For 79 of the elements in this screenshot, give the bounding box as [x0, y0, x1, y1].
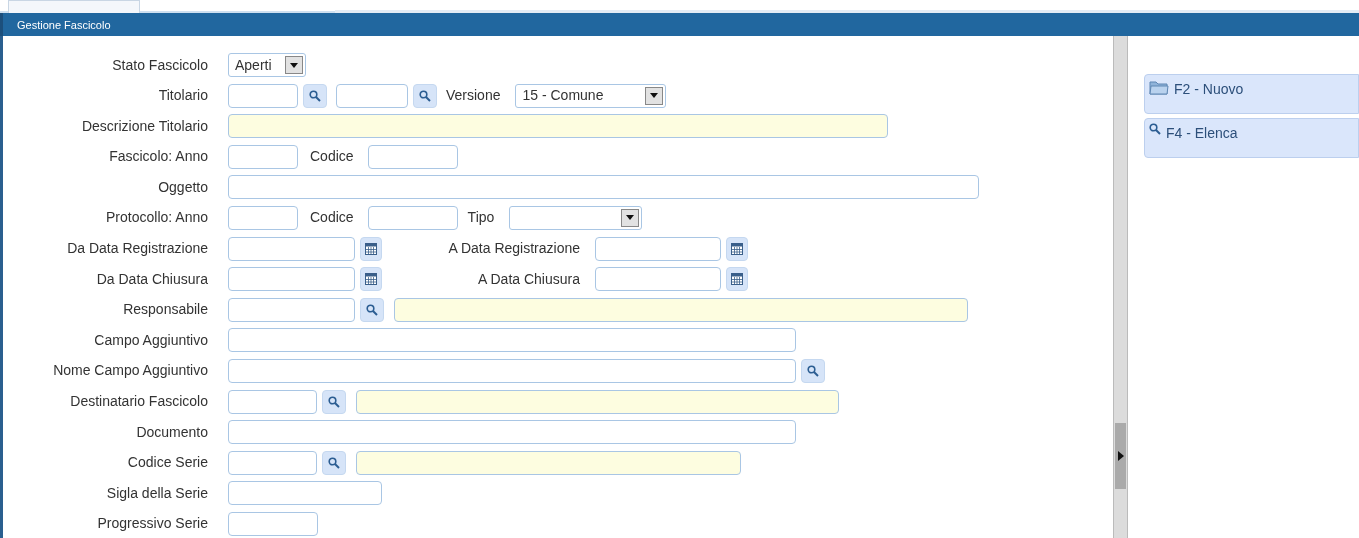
field-label: Progressivo Serie — [96, 514, 208, 534]
action-button[interactable]: F4 - Elenca — [1144, 118, 1359, 158]
field-label: A Data Chiusura — [477, 269, 580, 289]
field-label: Nome Campo Aggiuntivo — [52, 361, 208, 381]
field-label: Oggetto — [157, 177, 208, 197]
search-icon — [366, 303, 378, 316]
calendar-icon — [731, 242, 743, 255]
input-field[interactable] — [595, 267, 721, 292]
input-field[interactable] — [228, 328, 796, 353]
readonly-field[interactable] — [228, 114, 888, 139]
field-label: Codice Serie — [126, 453, 208, 473]
search-button[interactable] — [413, 83, 437, 108]
input-field[interactable] — [228, 358, 796, 383]
search-icon — [1149, 123, 1161, 135]
caret-icon — [650, 93, 659, 99]
expand-arrow-icon — [1117, 451, 1124, 461]
input-field[interactable] — [595, 236, 721, 261]
field-label: Codice — [310, 147, 354, 167]
field-label: Tipo — [467, 208, 495, 228]
search-icon — [309, 89, 321, 102]
search-icon — [328, 456, 340, 469]
field-label: Protocollo: Anno — [105, 208, 208, 228]
calendar-button[interactable] — [726, 236, 748, 261]
search-button[interactable] — [303, 83, 327, 108]
field-label: Responsabile — [122, 300, 208, 320]
input-field[interactable] — [228, 511, 318, 536]
input-field[interactable] — [228, 389, 317, 414]
search-icon — [419, 89, 431, 102]
input-field[interactable] — [367, 205, 458, 230]
search-icon — [328, 395, 340, 408]
field-label: Titolario — [157, 86, 208, 106]
dropdown[interactable]: Aperti — [228, 53, 306, 77]
readonly-field[interactable] — [356, 389, 839, 414]
caret-icon — [626, 215, 635, 221]
calendar-button[interactable] — [726, 267, 748, 292]
calendar-icon — [365, 242, 377, 255]
window-title: Gestione Fascicolo — [0, 13, 1359, 36]
input-field[interactable] — [228, 205, 298, 230]
folder-icon — [1149, 79, 1169, 95]
input-field[interactable] — [228, 144, 298, 169]
readonly-field[interactable] — [394, 297, 968, 322]
search-button[interactable] — [322, 450, 346, 475]
input-field[interactable] — [228, 420, 796, 445]
calendar-button[interactable] — [360, 267, 382, 292]
caret-icon — [290, 62, 298, 68]
tab[interactable] — [8, 0, 140, 13]
field-label: Destinatario Fascicolo — [69, 392, 208, 412]
field-label: Da Data Registrazione — [66, 239, 208, 259]
calendar-icon — [731, 273, 743, 286]
input-field[interactable] — [228, 450, 317, 475]
search-icon — [807, 364, 819, 377]
field-label: Descrizione Titolario — [80, 116, 208, 136]
input-field[interactable] — [228, 236, 355, 261]
field-label: Fascicolo: Anno — [108, 147, 208, 167]
field-label: Stato Fascicolo — [111, 55, 208, 75]
field-label: Da Data Chiusura — [95, 269, 208, 289]
readonly-field[interactable] — [356, 450, 741, 475]
action-button[interactable]: F2 - Nuovo — [1144, 74, 1359, 114]
dropdown[interactable]: 15 - Comune — [515, 83, 667, 108]
input-field[interactable] — [228, 83, 298, 108]
input-field[interactable] — [228, 481, 382, 506]
search-button[interactable] — [322, 389, 346, 414]
search-button[interactable] — [360, 297, 384, 322]
dropdown[interactable] — [509, 205, 643, 230]
calendar-button[interactable] — [360, 236, 382, 261]
field-label: Documento — [135, 422, 208, 442]
field-label: Campo Aggiuntivo — [93, 330, 208, 350]
search-button[interactable] — [801, 358, 825, 383]
input-field[interactable] — [336, 83, 408, 108]
input-field[interactable] — [228, 175, 979, 200]
splitter-handle[interactable] — [1115, 423, 1126, 489]
input-field[interactable] — [367, 144, 458, 169]
field-label: Versione — [446, 86, 501, 106]
field-label: Codice — [310, 208, 354, 228]
input-field[interactable] — [228, 267, 355, 292]
calendar-icon — [365, 273, 377, 286]
field-label: Sigla della Serie — [105, 483, 208, 503]
input-field[interactable] — [228, 297, 355, 322]
field-label: A Data Registrazione — [447, 239, 580, 259]
